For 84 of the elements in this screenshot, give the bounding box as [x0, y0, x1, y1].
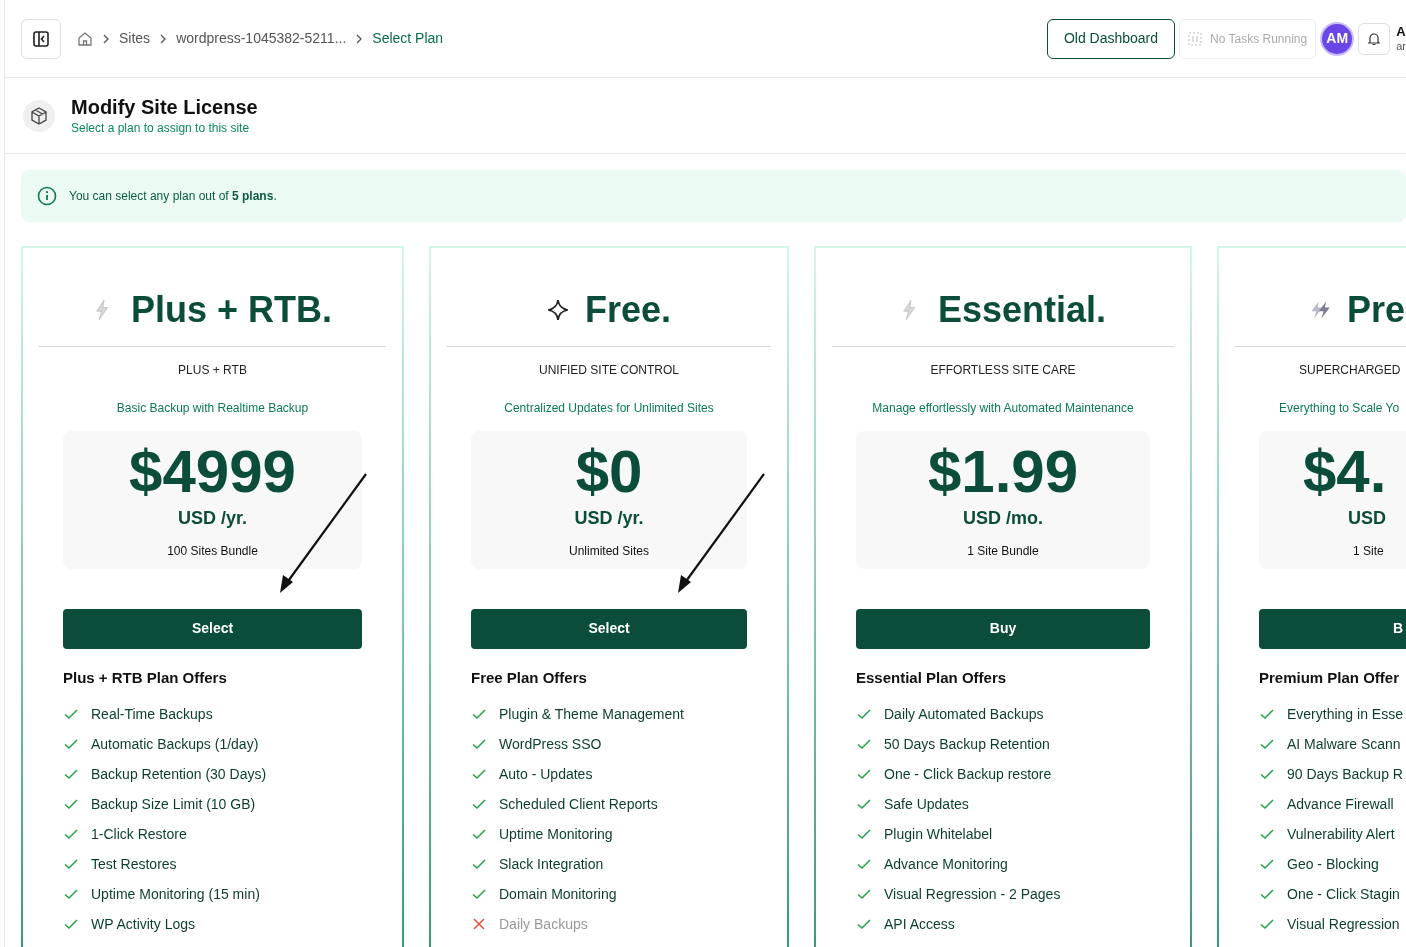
feature-text: 1-Click Restore — [91, 824, 187, 844]
plan-tagline: UNIFIED SITE CONTROL — [538, 361, 680, 379]
feature-text: Automatic Backups (1/day) — [91, 734, 259, 754]
home-icon[interactable] — [77, 30, 93, 47]
feature-text: 50 Days Backup Retention — [884, 734, 1050, 754]
user-name: A — [1396, 25, 1406, 40]
feature-text: Backup Size Limit (10 GB) — [91, 794, 256, 814]
feature-text: Real-Time Backups — [91, 704, 213, 724]
feature-text: Auto - Updates — [499, 764, 593, 784]
plan-price: $1.99 — [926, 438, 1080, 505]
offers-heading: Free Plan Offers — [471, 667, 588, 688]
plan-description: Centralized Updates for Unlimited Sites — [503, 399, 715, 417]
feature-text: Uptime Monitoring — [499, 824, 613, 844]
price-period: USD — [1347, 506, 1387, 530]
feature-text: Scheduled Client Reports — [499, 794, 658, 814]
feature-text: Advance Monitoring — [884, 854, 1008, 874]
site-count: Unlimited Sites — [568, 542, 650, 560]
box-icon — [23, 99, 55, 132]
site-count: 1 Site Bundle — [966, 542, 1040, 560]
user-email: ar — [1396, 39, 1406, 52]
price-period: USD /yr. — [177, 506, 248, 530]
offers-heading: Plus + RTB Plan Offers — [63, 667, 228, 688]
plan-description: Basic Backup with Realtime Backup — [115, 399, 310, 417]
feature-text: WP Activity Logs — [91, 914, 195, 934]
price-period: USD /yr. — [573, 506, 645, 530]
feature-text: Everything in Esse — [1287, 704, 1403, 724]
offers-heading: Premium Plan Offer — [1259, 667, 1401, 688]
chevron-icon — [101, 33, 111, 44]
plan-description: Manage effortlessly with Automated Maintenance — [871, 399, 1135, 417]
plan-button[interactable]: Buy — [856, 608, 1150, 649]
plan-tagline: PLUS + RTB — [177, 361, 248, 379]
plan-button[interactable]: B — [1259, 608, 1406, 649]
feature-text: 90 Days Backup R — [1287, 764, 1403, 784]
notifications-button[interactable] — [1358, 22, 1391, 55]
feature-text: Geo - Blocking — [1287, 854, 1379, 874]
feature-text: Safe Updates — [884, 794, 969, 814]
sidebar-icon — [32, 29, 50, 48]
feature-text: Advance Firewall — [1287, 794, 1394, 814]
feature-text: Test Restores — [91, 854, 177, 874]
sparkle-icon — [546, 298, 569, 321]
feature-text: WordPress SSO — [499, 734, 602, 754]
feature-text: Backup Retention (30 Days) — [91, 764, 267, 784]
feature-text: Uptime Monitoring (15 min) — [91, 884, 260, 904]
breadcrumb-link[interactable]: Sites — [119, 28, 151, 49]
feature-text: Visual Regression - 2 Pages — [884, 884, 1061, 904]
plan-tagline: EFFORTLESS SITE CARE — [929, 361, 1077, 379]
plan-price: $0 — [574, 438, 644, 505]
feature-text: Daily Automated Backups — [884, 704, 1044, 724]
feature-text: Domain Monitoring — [499, 884, 617, 904]
tasks-icon — [1188, 31, 1203, 46]
breadcrumb-link[interactable]: wordpress-1045382-5211... — [176, 28, 347, 49]
old-dashboard-button[interactable]: Old Dashboard — [1046, 18, 1176, 59]
feature-text: API Access — [884, 914, 955, 934]
site-count: 100 Sites Bundle — [166, 542, 259, 560]
offers-heading: Essential Plan Offers — [856, 667, 1008, 688]
feature-text: Plugin & Theme Management — [499, 704, 684, 724]
price-period: USD /mo. — [962, 506, 1044, 530]
feature-text: One - Click Stagin — [1287, 884, 1400, 904]
plan-description: Everything to Scale Yo — [1278, 399, 1401, 417]
plan-button[interactable]: Select — [471, 608, 747, 649]
feature-text: Daily Backups — [499, 914, 588, 934]
plan-tagline: SUPERCHARGED — [1298, 361, 1402, 379]
plan-name: Pre — [1347, 290, 1406, 330]
bell-icon — [1367, 31, 1382, 46]
plan-price: $4999 — [128, 438, 297, 505]
breadcrumb-link[interactable]: Select Plan — [372, 28, 444, 49]
site-count: 1 Site — [1352, 542, 1385, 560]
feature-text: One - Click Backup restore — [884, 764, 1052, 784]
feature-text: Visual Regression — [1287, 914, 1400, 934]
feature-text: Plugin Whitelabel — [884, 824, 993, 844]
plan-name: Plus + RTB. — [130, 290, 332, 330]
plan-name: Essential. — [937, 290, 1107, 330]
user-avatar[interactable]: AM — [1322, 23, 1353, 54]
page-subtitle: Select a plan to assign to this site — [71, 119, 251, 137]
plan-price: $4. — [1302, 438, 1388, 505]
sidebar-toggle-button[interactable] — [21, 18, 61, 59]
feature-text: Slack Integration — [499, 854, 604, 874]
feature-text: AI Malware Scann — [1287, 734, 1401, 754]
plan-name: Free. — [584, 290, 671, 330]
info-icon — [37, 186, 57, 206]
page-title: Modify Site License — [71, 94, 258, 119]
info-text: You can select any plan out of 5 plans. — [69, 188, 277, 205]
plan-button[interactable]: Select — [63, 608, 362, 649]
feature-text: Vulnerability Alert — [1287, 824, 1395, 844]
